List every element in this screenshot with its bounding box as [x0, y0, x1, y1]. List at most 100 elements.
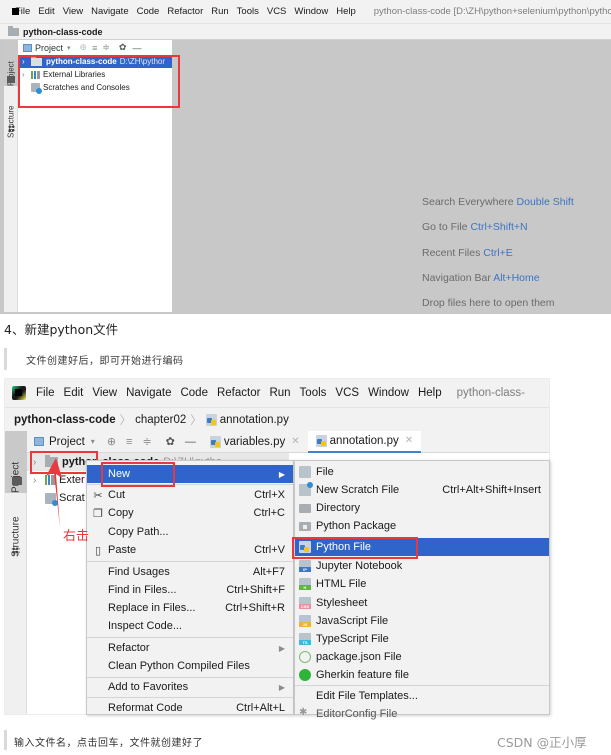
sub-item-typescript-file[interactable]: TS TypeScript File [295, 630, 549, 648]
chevron-right-icon[interactable]: › [22, 70, 31, 79]
breadcrumb-folder[interactable]: chapter02 [135, 414, 186, 426]
breadcrumb-project[interactable]: python-class-code [23, 27, 103, 37]
sub-item-html-file[interactable]: H HTML File [295, 575, 549, 593]
collapse-all-icon[interactable]: ≑ [102, 42, 110, 53]
tip-search-everywhere: Search Everywhere Double Shift [422, 190, 574, 215]
ctx-item-cut[interactable]: ✂ Cut Ctrl+X [87, 486, 293, 504]
menu-navigate[interactable]: Navigate [126, 387, 171, 399]
ctx-item-copy-path[interactable]: Copy Path... [87, 523, 293, 541]
tree-item-external-libraries[interactable]: › External Libraries [18, 68, 172, 81]
tip-shortcut: Alt+Home [493, 271, 540, 284]
ctx-item-clean-compiled[interactable]: Clean Python Compiled Files [87, 657, 293, 675]
sub-item-label: Python Package [316, 520, 397, 533]
ctx-item-shortcut: Ctrl+X [254, 489, 285, 501]
sub-item-javascript-file[interactable]: JS JavaScript File [295, 612, 549, 630]
menu-refactor[interactable]: Refactor [167, 6, 203, 17]
ctx-item-new[interactable]: New ▶ [87, 465, 293, 483]
ctx-item-reformat-code[interactable]: Reformat Code Ctrl+Alt+L [87, 699, 293, 717]
css-icon: CSS [299, 597, 311, 609]
project-view-label[interactable]: Project [35, 43, 63, 53]
file-icon [299, 466, 311, 478]
submenu-arrow-icon: ▶ [278, 643, 285, 653]
menu-vcs[interactable]: VCS [335, 387, 359, 399]
sub-item-label: New Scratch File [316, 484, 400, 497]
gear-icon: ✱ [299, 707, 308, 718]
menu-tools[interactable]: Tools [237, 6, 259, 17]
ctx-item-refactor[interactable]: Refactor ▶ [87, 639, 293, 657]
structure-icon [8, 125, 15, 132]
submenu-arrow-icon: ▶ [278, 469, 285, 479]
ctx-item-label: Paste [108, 544, 137, 556]
collapse-all-icon[interactable]: ≑ [142, 435, 151, 448]
sub-item-label: Stylesheet [316, 597, 368, 610]
sub-item-label: File [316, 466, 334, 479]
hide-panel-icon[interactable]: — [132, 43, 141, 53]
sub-item-package-json[interactable]: package.json File [295, 648, 549, 666]
menu-tools[interactable]: Tools [300, 387, 327, 399]
ctx-item-copy[interactable]: ❐ Copy Ctrl+C [87, 504, 293, 522]
menu-navigate[interactable]: Navigate [91, 6, 129, 17]
folder-icon [7, 76, 15, 83]
dropdown-icon[interactable]: ▾ [67, 44, 71, 52]
tree-item-label: python-class-code [46, 57, 117, 66]
menu-view[interactable]: View [92, 387, 117, 399]
ctx-item-replace-in-files[interactable]: Replace in Files... Ctrl+Shift+R [87, 599, 293, 617]
menu-bar: File Edit View Navigate Code Refactor Ru… [0, 0, 611, 23]
locate-icon[interactable]: ⊕ [107, 435, 116, 448]
sub-item-file[interactable]: File [295, 463, 549, 481]
menu-view[interactable]: View [63, 6, 83, 17]
expand-all-icon[interactable]: ≡ [126, 436, 132, 448]
editor-tab-annotation[interactable]: annotation.py ✕ [307, 430, 422, 453]
menu-code[interactable]: Code [137, 6, 160, 17]
menu-refactor[interactable]: Refactor [217, 387, 260, 399]
locate-icon[interactable]: ⊕ [80, 42, 88, 53]
ctx-item-shortcut: Ctrl+Alt+L [236, 702, 285, 714]
scratches-icon [31, 83, 42, 94]
menu-help[interactable]: Help [418, 387, 442, 399]
hide-panel-icon[interactable]: — [185, 436, 196, 448]
project-view-label[interactable]: Project [49, 436, 85, 448]
menu-code[interactable]: Code [180, 387, 208, 399]
settings-gear-icon[interactable]: ✿ [119, 42, 127, 53]
close-icon[interactable]: ✕ [405, 435, 413, 446]
sub-item-edit-file-templates[interactable]: Edit File Templates... [295, 687, 549, 705]
sub-item-python-package[interactable]: Python Package [295, 517, 549, 535]
menu-window[interactable]: Window [368, 387, 409, 399]
dropdown-icon[interactable]: ▾ [91, 437, 95, 446]
breadcrumb-project[interactable]: python-class-code [14, 414, 116, 426]
ctx-item-label: Copy [108, 507, 134, 519]
sub-item-directory[interactable]: Directory [295, 499, 549, 517]
python-file-icon [209, 435, 221, 448]
ctx-item-paste[interactable]: ▯ Paste Ctrl+V [87, 541, 293, 559]
menu-vcs[interactable]: VCS [267, 6, 287, 17]
editor-tab-variables[interactable]: variables.py ✕ [202, 431, 308, 453]
breadcrumb-file[interactable]: annotation.py [220, 414, 289, 426]
expand-all-icon[interactable]: ≡ [92, 43, 97, 53]
close-icon[interactable]: ✕ [291, 436, 299, 447]
tree-item-label: External Libraries [43, 70, 106, 79]
ctx-item-find-usages[interactable]: Find Usages Alt+F7 [87, 563, 293, 581]
sub-item-editorconfig-file[interactable]: ✱ EditorConfig File [295, 705, 549, 723]
sub-item-python-file[interactable]: Python File [295, 538, 549, 557]
chevron-right-icon[interactable]: › [22, 57, 31, 66]
menu-run[interactable]: Run [269, 387, 290, 399]
sub-item-new-scratch-file[interactable]: New Scratch File Ctrl+Alt+Shift+Insert [295, 481, 549, 499]
menu-edit[interactable]: Edit [38, 6, 54, 17]
tip-text: Search Everywhere [422, 196, 514, 208]
menu-help[interactable]: Help [336, 6, 356, 17]
sub-item-stylesheet[interactable]: CSS Stylesheet [295, 594, 549, 612]
ctx-item-inspect-code[interactable]: Inspect Code... [87, 617, 293, 635]
menu-edit[interactable]: Edit [64, 387, 84, 399]
tree-item-scratches[interactable]: Scratches and Consoles [18, 81, 172, 94]
ctx-item-add-to-favorites[interactable]: Add to Favorites ▶ [87, 678, 293, 696]
menu-window[interactable]: Window [294, 6, 328, 17]
project-view-icon [34, 437, 44, 446]
sub-item-gherkin-feature[interactable]: Gherkin feature file [295, 666, 549, 684]
tree-item-project-root[interactable]: › python-class-code D:\ZH\pythor [18, 55, 172, 68]
menu-run[interactable]: Run [211, 6, 228, 17]
sub-item-shortcut: Ctrl+Alt+Shift+Insert [442, 484, 541, 497]
sub-item-jupyter-notebook[interactable]: IP Jupyter Notebook [295, 557, 549, 575]
ctx-item-find-in-files[interactable]: Find in Files... Ctrl+Shift+F [87, 581, 293, 599]
menu-file[interactable]: File [36, 387, 55, 399]
settings-gear-icon[interactable]: ✿ [166, 435, 175, 448]
